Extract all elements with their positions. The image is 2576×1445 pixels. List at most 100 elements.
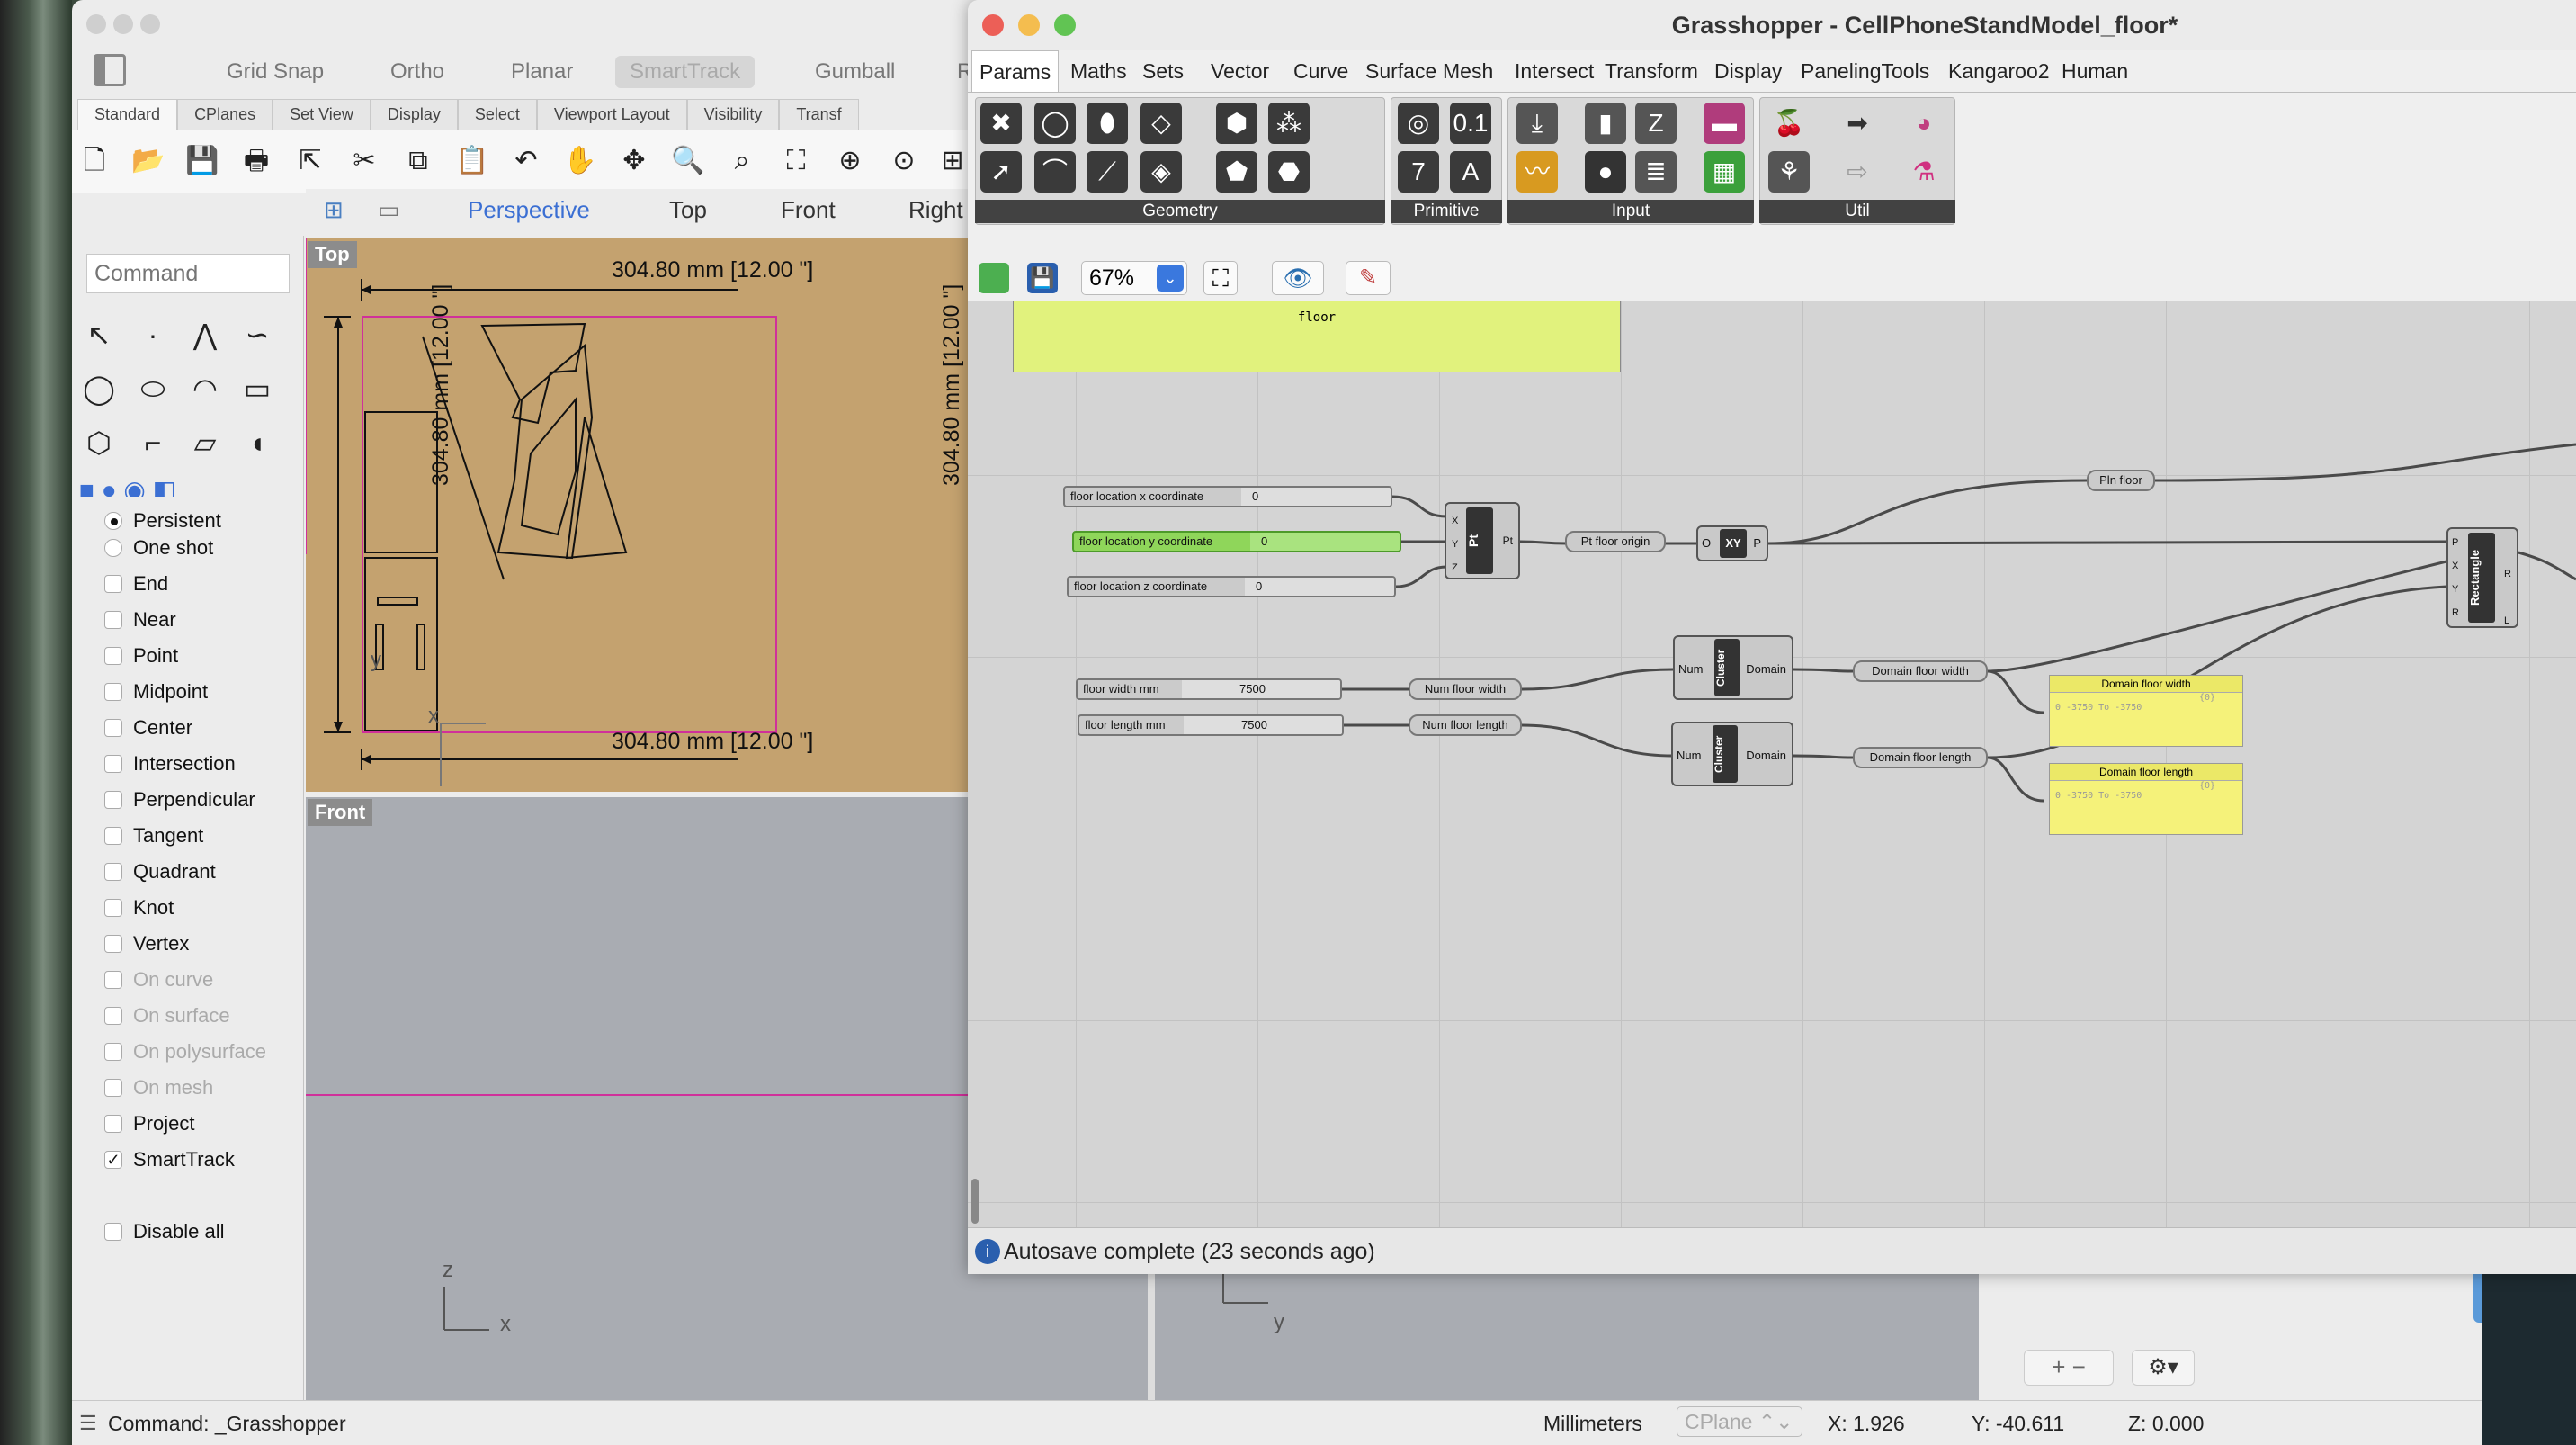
geometry-param-icon[interactable]: ✖: [980, 103, 1022, 144]
persistent-radio[interactable]: [104, 512, 122, 530]
galapagos-icon[interactable]: ⚗: [1903, 151, 1945, 193]
construct-point-component[interactable]: XYZ Pt Pt: [1445, 502, 1520, 579]
line-param-icon[interactable]: ⟋: [1087, 151, 1128, 193]
relay-arrow-icon[interactable]: ⇨: [1837, 151, 1878, 193]
single-viewport-icon[interactable]: ▭: [378, 196, 400, 224]
osnap-checkbox[interactable]: [104, 935, 122, 953]
gear-icon[interactable]: ⚙▾: [2132, 1350, 2195, 1386]
slider-floor-y[interactable]: floor location y coordinate 0: [1072, 531, 1401, 552]
primitive-group-label[interactable]: Primitive: [1391, 200, 1502, 223]
pan-hand-icon[interactable]: ✋: [563, 144, 597, 178]
curve-param-icon[interactable]: ⌒: [1034, 151, 1076, 193]
brep-param-icon[interactable]: ⬮: [1087, 103, 1128, 144]
gh-menu-kangaroo2[interactable]: Kangaroo2: [1941, 50, 2057, 92]
boolean-param-icon[interactable]: ◎: [1398, 103, 1439, 144]
osnap-checkbox[interactable]: [104, 791, 122, 809]
osnap-perpendicular[interactable]: Perpendicular: [104, 788, 255, 812]
save-icon[interactable]: 💾: [185, 144, 219, 178]
osnap-checkbox[interactable]: [104, 611, 122, 629]
close-window-button[interactable]: [86, 14, 106, 34]
button-param-icon[interactable]: ●: [1585, 151, 1626, 193]
gh-zoom-button[interactable]: [1054, 14, 1076, 36]
jump-icon[interactable]: ◕: [1903, 103, 1945, 144]
osnap-point[interactable]: Point: [104, 644, 178, 668]
list-icon[interactable]: ☰: [79, 1412, 97, 1435]
fillet-icon[interactable]: ⌐: [133, 423, 173, 462]
four-view-icon[interactable]: ⊞: [935, 144, 970, 178]
osnap-quadrant[interactable]: Quadrant: [104, 860, 216, 884]
osnap-tangent[interactable]: Tangent: [104, 824, 203, 848]
zoom-extents-icon[interactable]: ⛶: [1203, 261, 1238, 295]
gh-menu-panelingtools[interactable]: PanelingTools: [1793, 50, 1936, 92]
data-dam-icon[interactable]: ➡: [1837, 103, 1878, 144]
rotate-view-icon[interactable]: ✥: [617, 144, 651, 178]
tab-transform[interactable]: Transf: [779, 99, 859, 130]
print-icon[interactable]: 🖶: [239, 144, 273, 178]
polyline-icon[interactable]: ⋀: [185, 315, 225, 355]
number-slider-icon[interactable]: Z: [1635, 103, 1677, 144]
grasshopper-canvas[interactable]: floor floor location x coordinate 0 floor…: [968, 301, 2576, 1227]
gh-menu-intersect[interactable]: Intersect: [1507, 50, 1601, 92]
tab-standard[interactable]: Standard: [77, 99, 178, 130]
command-input[interactable]: [86, 254, 290, 293]
osnap-end[interactable]: End: [104, 572, 168, 596]
save-document-icon[interactable]: 💾: [1027, 263, 1058, 293]
ortho-button[interactable]: Ortho: [376, 56, 459, 88]
osnap-intersection[interactable]: Intersection: [104, 752, 236, 776]
gradient-param-icon[interactable]: ▬: [1704, 103, 1745, 144]
polygon-icon[interactable]: ⬡: [79, 423, 119, 462]
osnap-disable-all[interactable]: Disable all: [104, 1220, 225, 1243]
pt-floor-origin-param[interactable]: Pt floor origin: [1565, 531, 1666, 552]
disable-all-checkbox[interactable]: [104, 1223, 122, 1241]
gh-menu-surface[interactable]: Surface: [1358, 50, 1444, 92]
gh-menu-params[interactable]: Params: [971, 50, 1060, 92]
four-viewports-icon[interactable]: ⊞: [324, 196, 344, 224]
gh-menu-human[interactable]: Human: [2054, 50, 2135, 92]
smarttrack-button[interactable]: SmartTrack: [615, 56, 756, 88]
gumball-button[interactable]: Gumball: [801, 56, 909, 88]
open-file-icon[interactable]: 📂: [131, 144, 165, 178]
canvas-scrollbar[interactable]: [971, 1179, 979, 1224]
circle-icon[interactable]: ◯: [79, 369, 119, 408]
cherry-picker-icon[interactable]: 🍒: [1768, 103, 1810, 144]
rectangle-component[interactable]: PXYR Rectangle RL: [2446, 527, 2518, 628]
zoom-icon[interactable]: 🔍: [671, 144, 705, 178]
osnap-midpoint[interactable]: Midpoint: [104, 680, 208, 704]
osnap-checkbox[interactable]: [104, 719, 122, 737]
import-param-icon[interactable]: ⤓: [1516, 103, 1558, 144]
open-document-icon[interactable]: [979, 263, 1009, 293]
slider-floor-width[interactable]: floor width mm 7500: [1076, 678, 1342, 700]
osnap-vertex[interactable]: Vertex: [104, 932, 189, 956]
gh-menu-vector[interactable]: Vector: [1203, 50, 1276, 92]
geometry-group-label[interactable]: Geometry: [975, 200, 1385, 223]
sweep-icon[interactable]: ◖: [237, 423, 277, 462]
arc-icon[interactable]: ◠: [185, 369, 225, 408]
osnap-checkbox[interactable]: [104, 827, 122, 845]
tab-viewport-layout[interactable]: Viewport Layout: [536, 99, 687, 130]
zoom-extents-icon[interactable]: ⛶: [779, 144, 813, 178]
num-floor-length-param[interactable]: Num floor length: [1409, 714, 1522, 736]
num-floor-width-param[interactable]: Num floor width: [1409, 678, 1522, 700]
floor-group[interactable]: floor: [1013, 301, 1621, 372]
box-param-icon[interactable]: ⬢: [1216, 103, 1257, 144]
grid-snap-button[interactable]: Grid Snap: [212, 56, 338, 88]
domain-floor-width-param[interactable]: Domain floor width: [1853, 660, 1988, 682]
osnap-checkbox[interactable]: [104, 755, 122, 773]
osnap-checkbox[interactable]: [104, 647, 122, 665]
panel-domain-floor-width[interactable]: Domain floor width {0} 0 -3750 To -3750: [2049, 675, 2243, 747]
integer-param-icon[interactable]: 7: [1398, 151, 1439, 193]
tab-set-view[interactable]: Set View: [273, 99, 371, 130]
osnap-checkbox[interactable]: [104, 863, 122, 881]
osnap-smarttrack[interactable]: ✓ SmartTrack: [104, 1148, 235, 1171]
input-group-label[interactable]: Input: [1507, 200, 1754, 223]
tab-visibility[interactable]: Visibility: [686, 99, 780, 130]
toggle-param-icon[interactable]: ▮: [1585, 103, 1626, 144]
osnap-one-shot[interactable]: One shot: [104, 536, 213, 560]
rectangle-icon[interactable]: ▭: [237, 369, 277, 408]
osnap-checkbox[interactable]: [104, 683, 122, 701]
panel-domain-floor-length[interactable]: Domain floor length {0} 0 -3750 To -3750: [2049, 763, 2243, 835]
preview-eye-icon[interactable]: 👁: [1272, 261, 1324, 295]
group-param-icon[interactable]: ⬟: [1216, 151, 1257, 193]
zoom-dynamic-icon[interactable]: ⊙: [887, 144, 921, 178]
slider-floor-z[interactable]: floor location z coordinate 0: [1067, 576, 1396, 597]
